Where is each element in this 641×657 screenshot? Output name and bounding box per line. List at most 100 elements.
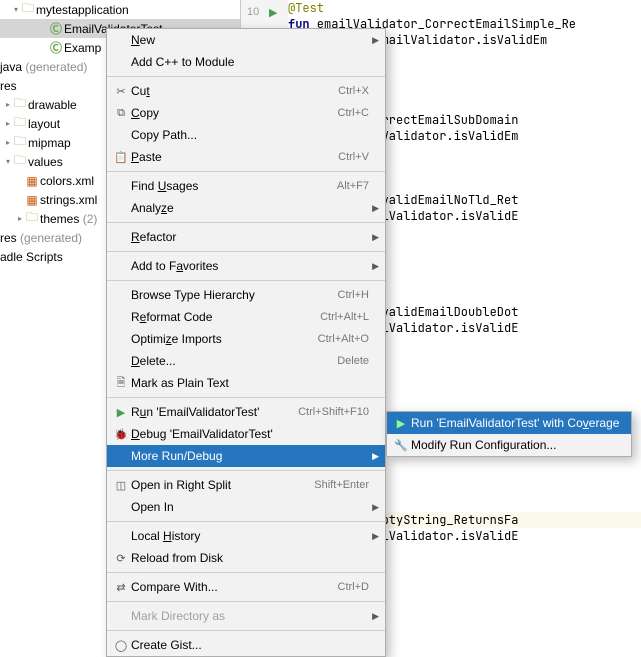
menu-item-new[interactable]: New ▶: [107, 29, 385, 51]
menu-label: Run 'EmailValidatorTest': [131, 405, 286, 419]
tree-label: Examp: [64, 41, 101, 55]
menu-label: Open In: [131, 500, 369, 514]
menu-label: More Run/Debug: [131, 449, 369, 463]
menu-label: Refactor: [131, 230, 369, 244]
text-file-icon: 🗎: [111, 374, 131, 393]
menu-item-debug[interactable]: 🐞 Debug 'EmailValidatorTest': [107, 423, 385, 445]
menu-item-create-gist[interactable]: ◯ Create Gist...: [107, 634, 385, 656]
menu-label: Copy: [131, 106, 326, 120]
chevron-down-icon: ▾: [12, 5, 20, 14]
paste-icon: 📋: [111, 151, 131, 164]
menu-item-more-run-debug[interactable]: More Run/Debug ▶: [107, 445, 385, 467]
menu-shortcut: Ctrl+D: [338, 581, 369, 593]
tree-label: mipmap: [28, 136, 71, 150]
menu-item-cut[interactable]: ✂ Cut Ctrl+X: [107, 80, 385, 102]
submenu-arrow-icon: ▶: [369, 502, 379, 513]
menu-item-copy-path[interactable]: Copy Path...: [107, 124, 385, 146]
folder-icon: 🗀: [12, 113, 28, 134]
xml-file-icon: ▦: [24, 174, 40, 188]
chevron-right-icon: ▸: [16, 214, 24, 223]
menu-label: Cut: [131, 84, 326, 98]
context-menu: New ▶ Add C++ to Module ✂ Cut Ctrl+X ⧉ C…: [106, 28, 386, 657]
menu-label: Delete...: [131, 354, 325, 368]
reload-icon: ⟳: [111, 552, 131, 565]
menu-item-browse-type-hierarchy[interactable]: Browse Type Hierarchy Ctrl+H: [107, 284, 385, 306]
menu-item-open-in[interactable]: Open In ▶: [107, 496, 385, 518]
menu-label: Modify Run Configuration...: [411, 438, 625, 452]
menu-item-refactor[interactable]: Refactor ▶: [107, 226, 385, 248]
menu-shortcut: Shift+Enter: [314, 479, 369, 491]
tree-label: mytestapplication: [36, 3, 129, 17]
menu-label: Local History: [131, 529, 369, 543]
menu-item-add-cpp[interactable]: Add C++ to Module: [107, 51, 385, 73]
menu-label: Mark as Plain Text: [131, 376, 369, 390]
menu-shortcut: Ctrl+X: [338, 85, 369, 97]
menu-item-mark-plain-text[interactable]: 🗎 Mark as Plain Text: [107, 372, 385, 394]
line-number: 10: [247, 6, 259, 18]
folder-icon: 🗀: [20, 0, 36, 20]
menu-shortcut: Ctrl+V: [338, 151, 369, 163]
tree-folder-root[interactable]: ▾ 🗀 mytestapplication: [0, 0, 240, 19]
menu-item-open-right-split[interactable]: ◫ Open in Right Split Shift+Enter: [107, 474, 385, 496]
tree-label: strings.xml: [40, 193, 97, 207]
submenu-arrow-icon: ▶: [369, 611, 379, 622]
menu-label: Reformat Code: [131, 310, 308, 324]
menu-label: Compare With...: [131, 580, 326, 594]
menu-item-run[interactable]: ▶ Run 'EmailValidatorTest' Ctrl+Shift+F1…: [107, 401, 385, 423]
menu-separator: [107, 222, 385, 223]
wrench-icon: 🔧: [391, 439, 411, 452]
tree-label: adle Scripts: [0, 250, 63, 264]
run-icon: ▶: [111, 406, 131, 419]
submenu-item-run-with-coverage[interactable]: ▶ Run 'EmailValidatorTest' with Coverage: [387, 412, 631, 434]
menu-separator: [107, 521, 385, 522]
menu-item-copy[interactable]: ⧉ Copy Ctrl+C: [107, 102, 385, 124]
tree-label: drawable: [28, 98, 77, 112]
submenu-more-run-debug: ▶ Run 'EmailValidatorTest' with Coverage…: [386, 411, 632, 457]
menu-label: Add C++ to Module: [131, 55, 369, 69]
menu-shortcut: Ctrl+Shift+F10: [298, 406, 369, 418]
tree-label: res: [0, 79, 17, 93]
tree-suffix: (generated): [25, 60, 87, 74]
menu-item-local-history[interactable]: Local History ▶: [107, 525, 385, 547]
menu-item-delete[interactable]: Delete... Delete: [107, 350, 385, 372]
tree-label: values: [28, 155, 63, 169]
submenu-arrow-icon: ▶: [369, 261, 379, 272]
menu-item-paste[interactable]: 📋 Paste Ctrl+V: [107, 146, 385, 168]
menu-separator: [107, 601, 385, 602]
menu-shortcut: Delete: [337, 355, 369, 367]
menu-shortcut: Alt+F7: [337, 180, 369, 192]
split-right-icon: ◫: [111, 479, 131, 492]
kotlin-class-icon: Ⓒ: [48, 20, 64, 37]
menu-label: Create Gist...: [131, 638, 369, 652]
compare-icon: ⇄: [111, 581, 131, 594]
tree-label: res: [0, 231, 17, 245]
menu-separator: [107, 280, 385, 281]
menu-item-optimize-imports[interactable]: Optimize Imports Ctrl+Alt+O: [107, 328, 385, 350]
menu-item-analyze[interactable]: Analyze ▶: [107, 197, 385, 219]
menu-label: Mark Directory as: [131, 609, 369, 623]
menu-separator: [107, 76, 385, 77]
menu-item-compare-with[interactable]: ⇄ Compare With... Ctrl+D: [107, 576, 385, 598]
menu-item-reload-from-disk[interactable]: ⟳ Reload from Disk: [107, 547, 385, 569]
folder-icon: 🗀: [12, 151, 28, 172]
menu-label: Browse Type Hierarchy: [131, 288, 326, 302]
menu-separator: [107, 572, 385, 573]
menu-label: Reload from Disk: [131, 551, 369, 565]
tree-label: themes: [40, 212, 79, 226]
submenu-arrow-icon: ▶: [369, 232, 379, 243]
menu-label: Copy Path...: [131, 128, 369, 142]
menu-item-mark-directory-as: Mark Directory as ▶: [107, 605, 385, 627]
debug-icon: 🐞: [111, 428, 131, 441]
menu-separator: [107, 470, 385, 471]
submenu-item-modify-run-config[interactable]: 🔧 Modify Run Configuration...: [387, 434, 631, 456]
menu-label: Run 'EmailValidatorTest' with Coverage: [411, 416, 625, 430]
run-gutter-icon[interactable]: ▶: [269, 6, 277, 19]
menu-item-reformat-code[interactable]: Reformat Code Ctrl+Alt+L: [107, 306, 385, 328]
menu-label: Analyze: [131, 201, 369, 215]
menu-label: Add to Favorites: [131, 259, 369, 273]
menu-label: Open in Right Split: [131, 478, 302, 492]
chevron-right-icon: ▸: [4, 138, 12, 147]
menu-item-find-usages[interactable]: Find Usages Alt+F7: [107, 175, 385, 197]
menu-item-add-to-favorites[interactable]: Add to Favorites ▶: [107, 255, 385, 277]
menu-separator: [107, 397, 385, 398]
